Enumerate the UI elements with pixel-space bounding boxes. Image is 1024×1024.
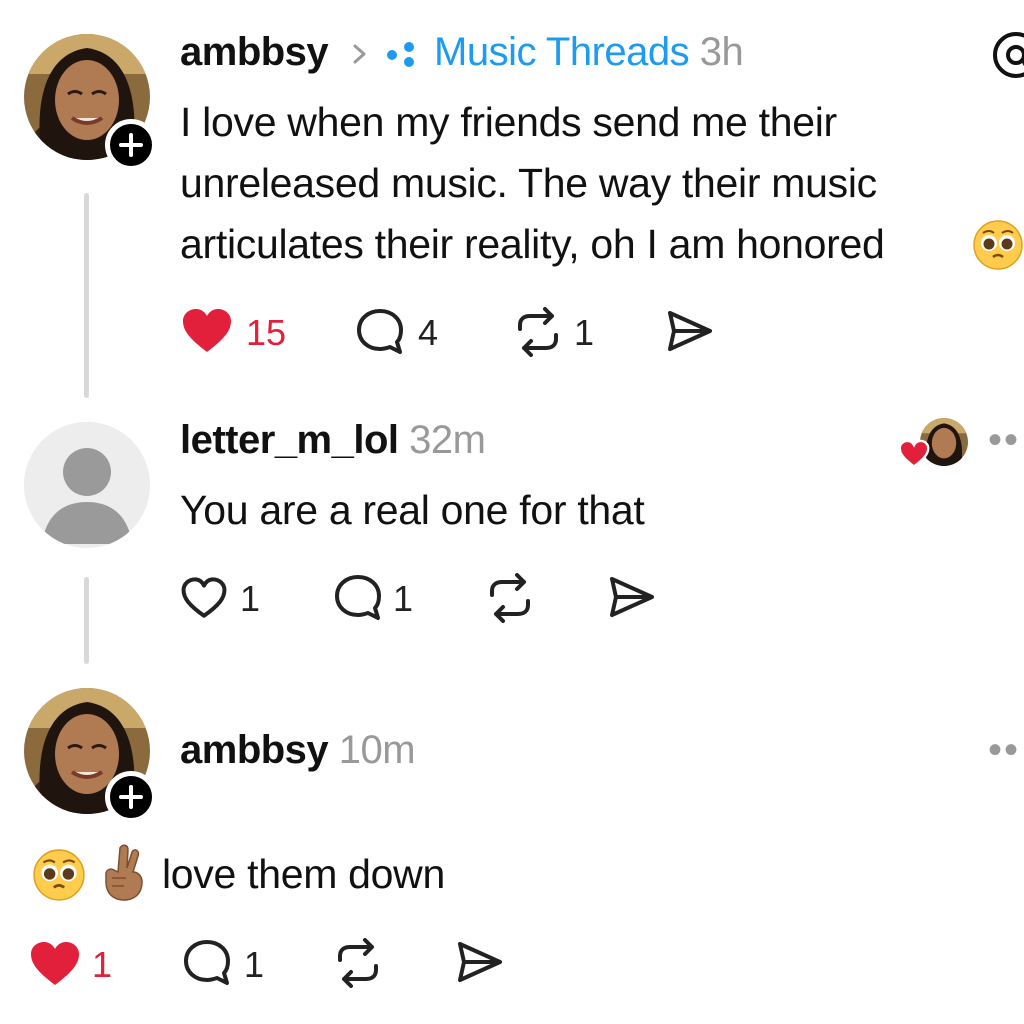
comment-icon[interactable] bbox=[355, 307, 405, 357]
comment-icon[interactable] bbox=[333, 573, 383, 623]
more-icon[interactable]: •• bbox=[988, 418, 1020, 463]
reply1-header: letter_m_lol 32m bbox=[180, 418, 486, 463]
pleading-face-emoji bbox=[33, 849, 85, 901]
post-username[interactable]: ambbsy bbox=[180, 30, 329, 74]
reply1-text: You are a real one for that bbox=[180, 487, 645, 533]
mention-icon[interactable] bbox=[990, 30, 1024, 80]
chevron-right-icon bbox=[353, 44, 366, 64]
community-name[interactable]: Music Threads bbox=[434, 30, 690, 74]
post-like-count: 15 bbox=[246, 312, 287, 353]
share-icon[interactable] bbox=[454, 938, 506, 988]
repost-icon[interactable] bbox=[512, 307, 564, 357]
reply1-username[interactable]: letter_m_lol bbox=[180, 418, 399, 462]
post-text-line-3-text: articulates their reality, oh I am honor… bbox=[180, 221, 885, 267]
heart-icon bbox=[898, 439, 930, 468]
reply2-username[interactable]: ambbsy bbox=[180, 728, 329, 772]
follow-plus-button[interactable] bbox=[105, 771, 157, 823]
post-repost-count: 1 bbox=[574, 312, 595, 353]
plus-icon bbox=[119, 133, 143, 157]
post-comment-count: 4 bbox=[418, 312, 439, 353]
post-time: 3h bbox=[699, 30, 744, 74]
heart-outline-icon[interactable] bbox=[180, 576, 228, 620]
post-header: ambbsy Music Threads 3h bbox=[180, 30, 744, 75]
post-text-line-3: articulates their reality, oh I am honor… bbox=[180, 214, 885, 274]
reply1-time: 32m bbox=[409, 418, 486, 462]
thread-line bbox=[84, 193, 89, 398]
plus-icon bbox=[119, 785, 143, 809]
repost-icon[interactable] bbox=[484, 573, 536, 623]
reply2-text: love them down bbox=[162, 851, 445, 897]
reply1-comment-count: 1 bbox=[393, 578, 414, 619]
share-icon[interactable] bbox=[606, 573, 658, 623]
share-icon[interactable] bbox=[664, 307, 716, 357]
post-text-line-2: unreleased music. The way their music bbox=[180, 160, 877, 206]
reply2-comment-count: 1 bbox=[244, 944, 265, 985]
thread-line bbox=[84, 577, 89, 664]
follow-plus-button[interactable] bbox=[105, 119, 157, 171]
heart-icon[interactable] bbox=[28, 940, 82, 988]
reply2-like-count: 1 bbox=[92, 944, 113, 985]
pleading-face-emoji bbox=[973, 220, 1023, 270]
comment-icon[interactable] bbox=[182, 938, 232, 988]
post-text-line-1: I love when my friends send me their bbox=[180, 99, 837, 145]
reply1-like-count: 1 bbox=[240, 578, 261, 619]
reply2-header: ambbsy 10m bbox=[180, 728, 416, 773]
default-avatar[interactable] bbox=[24, 422, 150, 548]
reply2-time: 10m bbox=[338, 728, 416, 772]
crossed-fingers-emoji bbox=[105, 844, 143, 901]
heart-icon[interactable] bbox=[180, 307, 234, 355]
community-icon bbox=[387, 42, 415, 68]
more-icon[interactable]: •• bbox=[988, 728, 1020, 773]
repost-icon[interactable] bbox=[332, 938, 384, 988]
